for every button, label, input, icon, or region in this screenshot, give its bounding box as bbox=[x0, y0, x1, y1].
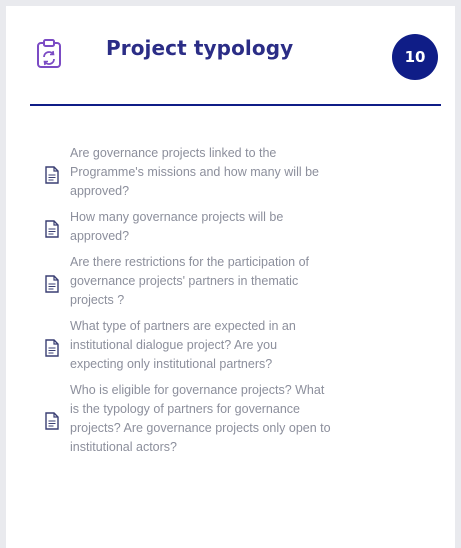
card-header: Project typology 10 bbox=[6, 6, 455, 106]
faq-item[interactable]: What type of partners are expected in an… bbox=[6, 317, 455, 374]
faq-question-line: governance projects' partners in themati… bbox=[70, 274, 299, 288]
faq-question-line: expecting only institutional partners? bbox=[70, 357, 273, 371]
faq-question-line: Are governance projects linked to the bbox=[70, 146, 277, 160]
faq-item[interactable]: How many governance projects will be appr… bbox=[6, 208, 455, 246]
faq-question-line: Who is eligible for governance projects?… bbox=[70, 383, 325, 397]
faq-list: Are governance projects linked to the Pro… bbox=[6, 144, 455, 464]
document-icon bbox=[44, 339, 60, 357]
card-title: Project typology bbox=[106, 36, 294, 60]
faq-question-line: Are there restrictions for the participa… bbox=[70, 255, 310, 269]
clipboard-refresh-icon bbox=[37, 39, 61, 68]
faq-item[interactable]: Are there restrictions for the participa… bbox=[6, 253, 455, 310]
faq-question-line: Programme's missions and how many will b… bbox=[70, 165, 320, 179]
header-divider bbox=[30, 104, 441, 106]
faq-question-line: projects? Are governance projects only o… bbox=[70, 421, 331, 435]
faq-question-line: is the typology of partners for governan… bbox=[70, 402, 300, 416]
faq-question-line: institutional actors? bbox=[70, 440, 178, 454]
document-icon bbox=[44, 412, 60, 430]
document-icon bbox=[44, 275, 60, 293]
document-icon bbox=[44, 220, 60, 238]
faq-item[interactable]: Who is eligible for governance projects?… bbox=[6, 381, 455, 457]
faq-question-line: approved? bbox=[70, 229, 130, 243]
faq-question-line: What type of partners are expected in an bbox=[70, 319, 296, 333]
faq-question-line: approved? bbox=[70, 184, 130, 198]
faq-question-line: projects ? bbox=[70, 293, 125, 307]
faq-item[interactable]: Are governance projects linked to the Pro… bbox=[6, 144, 455, 201]
faq-question-line: How many governance projects will be bbox=[70, 210, 284, 224]
faq-question-line: institutional dialogue project? Are you bbox=[70, 338, 278, 352]
document-icon bbox=[44, 166, 60, 184]
count-badge: 10 bbox=[392, 34, 438, 80]
faq-card: Project typology 10 Are governance proje… bbox=[6, 6, 455, 548]
